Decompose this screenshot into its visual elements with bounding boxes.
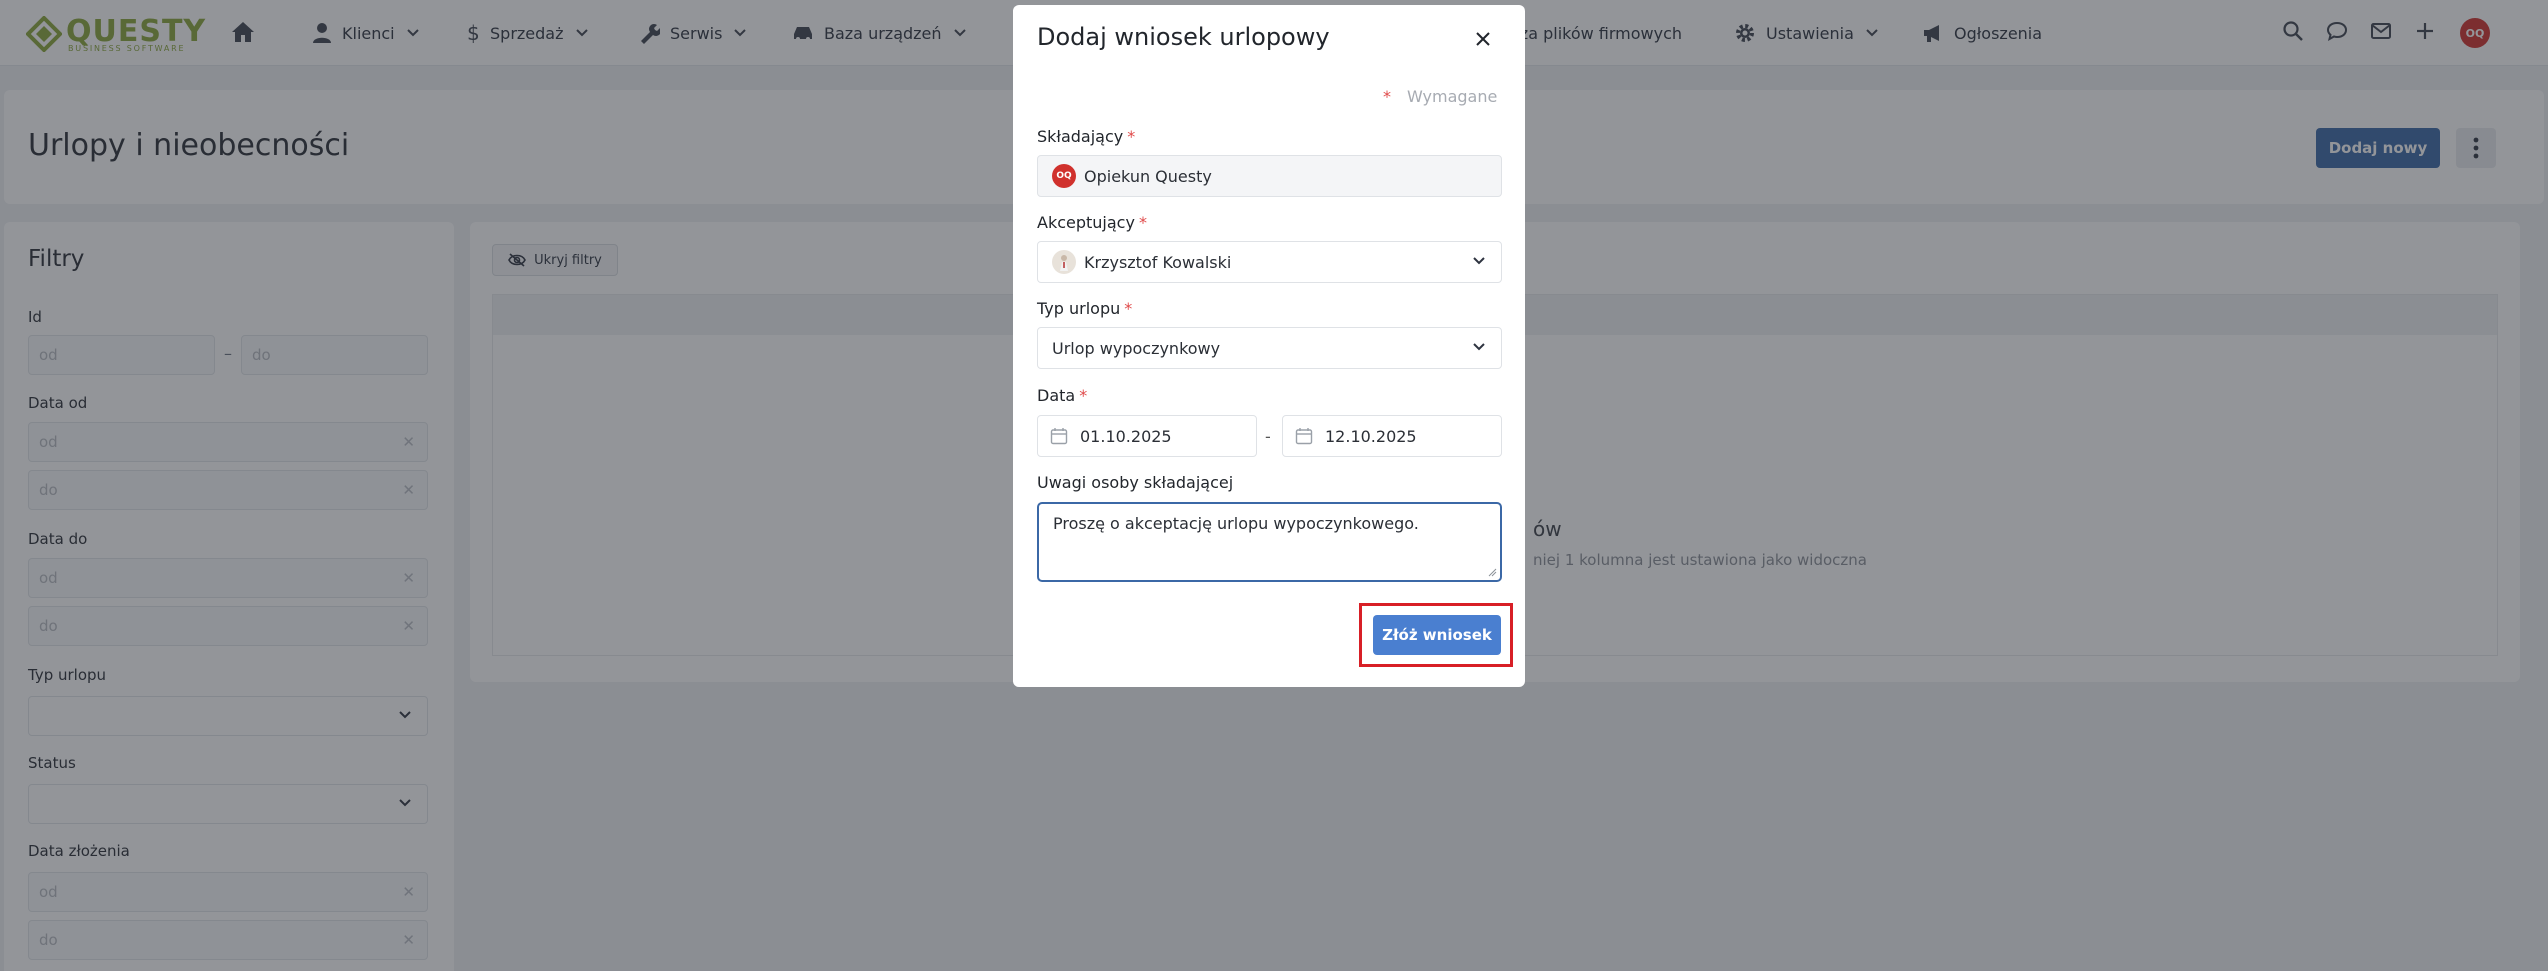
date-label-text: Data bbox=[1037, 386, 1076, 405]
date-range-separator: - bbox=[1265, 427, 1271, 446]
required-star: * bbox=[1127, 127, 1136, 146]
calendar-icon bbox=[1050, 428, 1068, 445]
applicant-field: OQ Opiekun Questy bbox=[1037, 155, 1502, 197]
applicant-label-text: Składający bbox=[1037, 127, 1124, 146]
leave-type-select[interactable]: Urlop wypoczynkowy bbox=[1037, 327, 1502, 369]
person-photo-icon bbox=[1060, 255, 1068, 271]
leave-type-label-text: Typ urlopu bbox=[1037, 299, 1121, 318]
notes-value: Proszę o akceptację urlopu wypoczynkoweg… bbox=[1053, 514, 1419, 533]
notes-textarea[interactable]: Proszę o akceptację urlopu wypoczynkoweg… bbox=[1037, 502, 1502, 582]
approver-label: Akceptujący * bbox=[1037, 213, 1147, 232]
submit-request-button[interactable]: Złóż wniosek bbox=[1373, 615, 1501, 655]
required-note: * Wymagane bbox=[1383, 87, 1497, 106]
leave-type-value: Urlop wypoczynkowy bbox=[1052, 338, 1221, 358]
required-star: * bbox=[1124, 299, 1133, 318]
date-to-input[interactable]: 12.10.2025 bbox=[1282, 415, 1502, 457]
chevron-down-icon bbox=[1473, 257, 1485, 265]
required-star: * bbox=[1079, 386, 1088, 405]
required-star: * bbox=[1138, 213, 1147, 232]
avatar: OQ bbox=[1052, 164, 1076, 188]
close-icon bbox=[1476, 32, 1490, 46]
approver-value: Krzysztof Kowalski bbox=[1084, 252, 1232, 272]
date-from-input[interactable]: 01.10.2025 bbox=[1037, 415, 1257, 457]
calendar-icon bbox=[1295, 428, 1313, 445]
approver-select[interactable]: Krzysztof Kowalski bbox=[1037, 241, 1502, 283]
required-star: * bbox=[1383, 87, 1391, 106]
notes-label: Uwagi osoby składającej bbox=[1037, 473, 1234, 492]
avatar bbox=[1052, 250, 1076, 274]
chevron-down-icon bbox=[1473, 343, 1485, 351]
applicant-value: Opiekun Questy bbox=[1084, 166, 1212, 186]
leave-type-label: Typ urlopu * bbox=[1037, 299, 1132, 318]
required-note-text: Wymagane bbox=[1407, 87, 1498, 106]
approver-label-text: Akceptujący bbox=[1037, 213, 1135, 232]
date-from-value: 01.10.2025 bbox=[1080, 426, 1172, 446]
applicant-label: Składający * bbox=[1037, 127, 1135, 146]
resize-grip-icon[interactable] bbox=[1487, 567, 1497, 577]
close-button[interactable] bbox=[1471, 27, 1495, 51]
add-leave-request-modal: Dodaj wniosek urlopowy * Wymagane Składaj… bbox=[1013, 5, 1525, 687]
modal-title: Dodaj wniosek urlopowy bbox=[1037, 23, 1330, 51]
date-label: Data * bbox=[1037, 386, 1087, 405]
date-to-value: 12.10.2025 bbox=[1325, 426, 1417, 446]
